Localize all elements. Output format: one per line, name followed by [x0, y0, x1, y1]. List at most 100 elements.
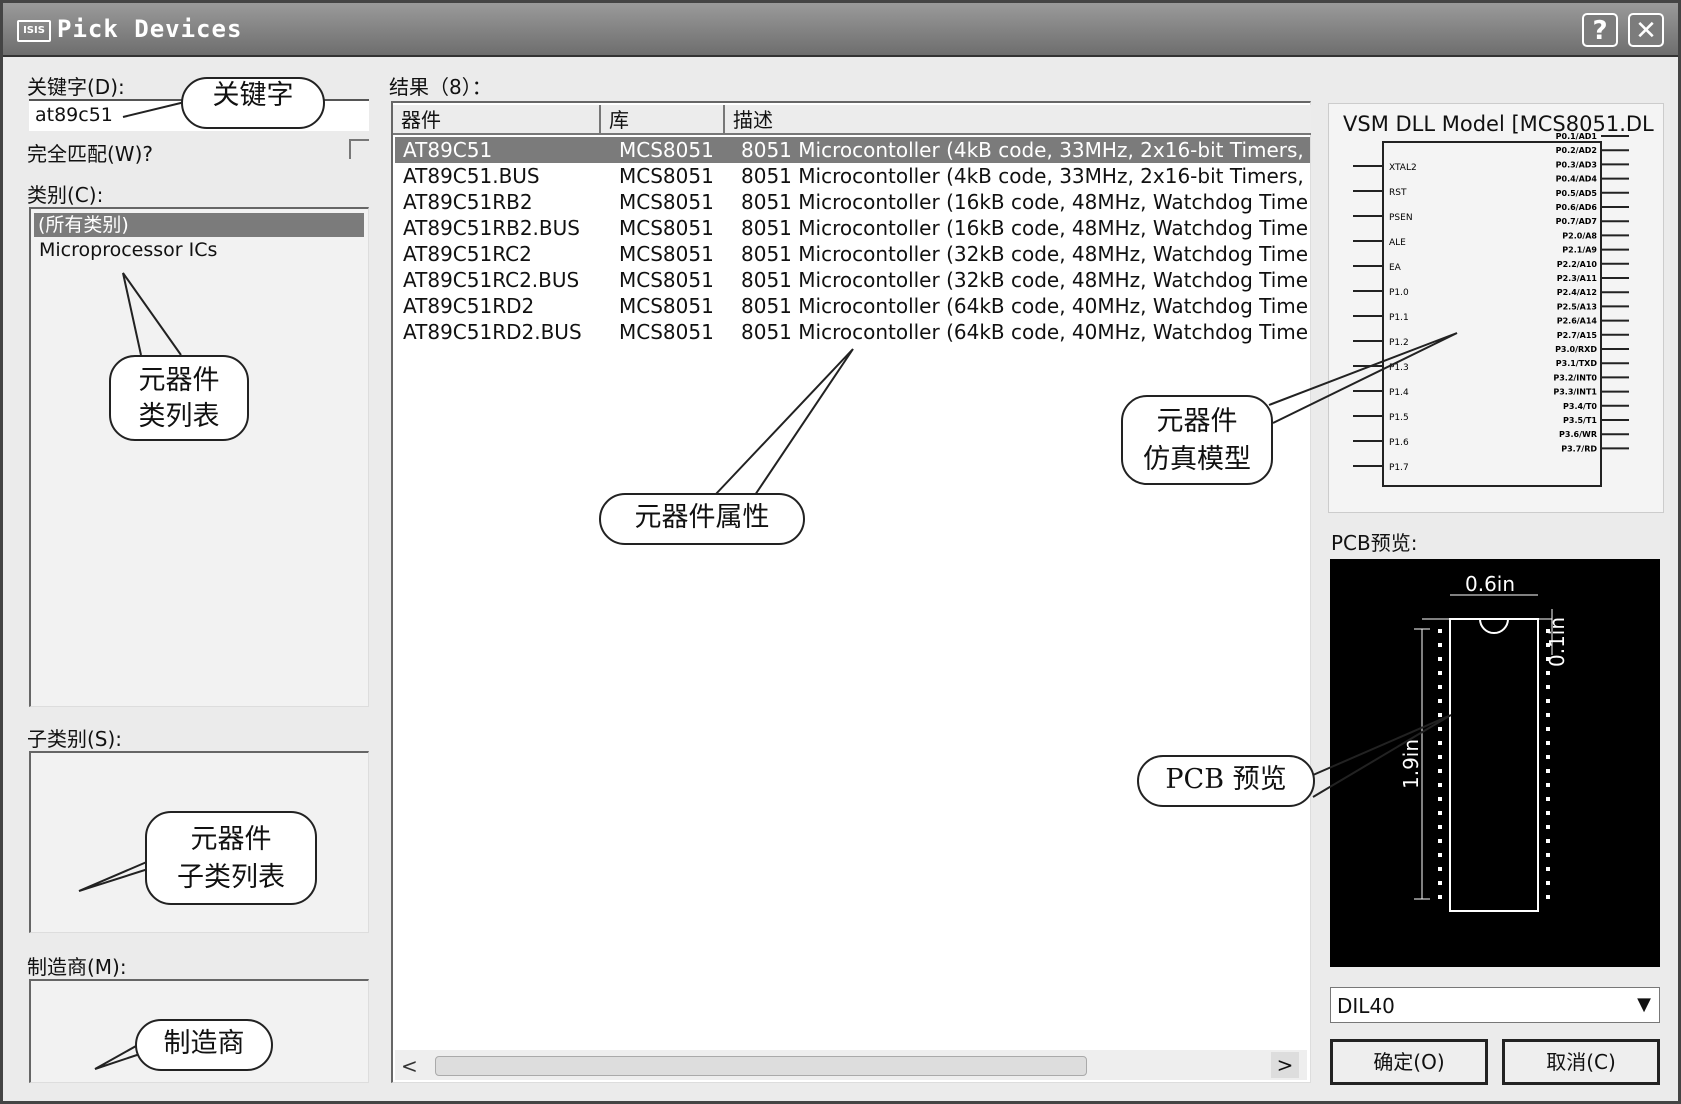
table-row[interactable]: AT89C51RD2.BUS MCS8051 8051 Microcontoller…	[395, 319, 1310, 345]
library-cell: MCS8051	[619, 164, 714, 188]
pcb-pad	[1546, 699, 1550, 703]
pcb-pad	[1438, 657, 1442, 661]
pin-label-right: P3.4/T0	[1563, 402, 1597, 411]
description-cell: 8051 Microcontoller (4kB code, 33MHz, 2x…	[741, 138, 1310, 162]
pcb-dim-height: 1.9in	[1399, 739, 1423, 789]
cancel-button[interactable]: 取消(C)	[1502, 1039, 1660, 1085]
ok-button[interactable]: 确定(O)	[1330, 1039, 1488, 1085]
callout-keyword: 关键字	[181, 77, 325, 129]
column-header-library[interactable]: 库	[601, 105, 725, 135]
manufacturer-label: 制造商(M):	[27, 955, 127, 979]
device-cell: AT89C51.BUS	[403, 164, 540, 188]
window-title: Pick Devices	[57, 15, 243, 43]
pin-label-left: EA	[1389, 263, 1402, 273]
pin-label-left: P1.5	[1389, 413, 1409, 423]
pin-label-right: P2.5/A13	[1557, 302, 1597, 311]
pcb-pad	[1438, 727, 1442, 731]
callout-sim-model: 元器件 仿真模型	[1121, 395, 1273, 485]
pcb-pad	[1546, 825, 1550, 829]
results-table[interactable]: 器件 库 描述 AT89C51 MCS8051 8051 Microcontolle…	[391, 101, 1311, 1083]
pcb-pad	[1438, 741, 1442, 745]
table-row[interactable]: AT89C51RC2 MCS8051 8051 Microcontoller (32…	[395, 241, 1310, 267]
device-cell: AT89C51RC2	[403, 242, 532, 266]
library-cell: MCS8051	[619, 294, 714, 318]
pcb-pad	[1438, 769, 1442, 773]
pcb-pad	[1546, 783, 1550, 787]
pin-label-left: P1.2	[1389, 338, 1409, 348]
package-select-value: DIL40	[1337, 994, 1395, 1018]
category-list[interactable]: (所有类别) Microprocessor ICs	[29, 207, 369, 707]
pick-devices-window: ISIS Pick Devices ? ✕ 关键字(D): at89c51 完全…	[0, 0, 1681, 1104]
category-item-all[interactable]: (所有类别)	[34, 213, 364, 237]
pin-label-left: P1.6	[1389, 438, 1409, 448]
pin-label-right: P3.6/WR	[1559, 430, 1597, 439]
keyword-label: 关键字(D):	[27, 75, 125, 99]
pin-label-right: P0.6/AD6	[1556, 203, 1598, 212]
scroll-right-icon[interactable]: >	[1271, 1052, 1299, 1078]
library-cell: MCS8051	[619, 138, 714, 162]
table-row[interactable]: AT89C51 MCS8051 8051 Microcontoller (4kB c…	[395, 137, 1310, 163]
pin-label-right: P3.5/T1	[1563, 416, 1597, 425]
pin-label-right: P3.3/INT1	[1553, 388, 1597, 397]
pcb-pad	[1546, 685, 1550, 689]
pcb-pad	[1546, 769, 1550, 773]
table-row[interactable]: AT89C51RD2 MCS8051 8051 Microcontoller (64…	[395, 293, 1310, 319]
pcb-pad	[1438, 755, 1442, 759]
column-header-device[interactable]: 器件	[393, 105, 601, 135]
pin-label-right: P0.1/AD1	[1556, 132, 1598, 141]
description-cell: 8051 Microcontoller (64kB code, 40MHz, W…	[741, 294, 1309, 318]
pcb-pad	[1438, 643, 1442, 647]
table-row[interactable]: AT89C51RB2.BUS MCS8051 8051 Microcontoller…	[395, 215, 1310, 241]
pin-label-right: P0.3/AD3	[1556, 160, 1597, 169]
pin-label-right: P3.1/TXD	[1556, 359, 1598, 368]
exact-match-checkbox[interactable]	[349, 139, 369, 159]
column-header-description[interactable]: 描述	[725, 105, 1311, 135]
pcb-dim-pitch: 0.1in	[1545, 617, 1569, 667]
package-select[interactable]: DIL40 ▼	[1330, 987, 1660, 1023]
table-row[interactable]: AT89C51.BUS MCS8051 8051 Microcontoller (4…	[395, 163, 1310, 189]
pcb-pad	[1546, 727, 1550, 731]
callout-manufacturer: 制造商	[135, 1019, 273, 1071]
category-label: 类别(C):	[27, 183, 104, 207]
pin-label-right: P0.4/AD4	[1556, 175, 1598, 184]
pcb-pad	[1438, 811, 1442, 815]
pin-label-left: P1.1	[1389, 313, 1409, 323]
library-cell: MCS8051	[619, 242, 714, 266]
pin-label-right: P0.2/AD2	[1556, 146, 1597, 155]
pcb-pad	[1438, 881, 1442, 885]
library-cell: MCS8051	[619, 216, 714, 240]
pcb-pad	[1546, 671, 1550, 675]
library-cell: MCS8051	[619, 268, 714, 292]
chip-schematic: XTAL2 RST PSEN ALE EA P1.0 P1.1 P1.2 P1.3 P1.4 P1.…	[1353, 132, 1629, 487]
app-icon: ISIS	[17, 20, 51, 42]
pin-label-left: ALE	[1389, 238, 1406, 248]
horizontal-scrollbar[interactable]: < >	[395, 1050, 1307, 1080]
keyword-input-value: at89c51	[35, 104, 113, 126]
pin-label-right: P2.2/A10	[1557, 260, 1598, 269]
pin-label-right: P0.7/AD7	[1556, 217, 1597, 226]
category-item-microprocessor[interactable]: Microprocessor ICs	[39, 239, 217, 261]
pin-label-right: P2.7/A15	[1557, 331, 1598, 340]
pcb-pad	[1546, 867, 1550, 871]
pcb-pad	[1546, 839, 1550, 843]
device-cell: AT89C51	[403, 138, 493, 162]
pcb-pad	[1546, 881, 1550, 885]
pin-label-right: P3.7/RD	[1561, 444, 1597, 453]
close-button[interactable]: ✕	[1628, 13, 1664, 47]
pin-label-left: P1.7	[1389, 463, 1409, 473]
pcb-pad	[1438, 685, 1442, 689]
chevron-down-icon[interactable]: ▼	[1637, 994, 1651, 1015]
table-row[interactable]: AT89C51RB2 MCS8051 8051 Microcontoller (16…	[395, 189, 1310, 215]
pcb-dim-width: 0.6in	[1465, 572, 1515, 596]
description-cell: 8051 Microcontoller (4kB code, 33MHz, 2x…	[741, 164, 1310, 188]
pcb-pad	[1438, 629, 1442, 633]
pcb-pad	[1438, 825, 1442, 829]
pcb-pad	[1438, 839, 1442, 843]
pcb-pad	[1546, 713, 1550, 717]
description-cell: 8051 Microcontoller (32kB code, 48MHz, W…	[741, 268, 1309, 292]
scrollbar-thumb[interactable]	[435, 1056, 1087, 1076]
help-button[interactable]: ?	[1582, 13, 1618, 47]
table-row[interactable]: AT89C51RC2.BUS MCS8051 8051 Microcontoller…	[395, 267, 1310, 293]
callout-category-list: 元器件 类列表	[109, 355, 249, 441]
scroll-left-icon[interactable]: <	[401, 1054, 418, 1078]
